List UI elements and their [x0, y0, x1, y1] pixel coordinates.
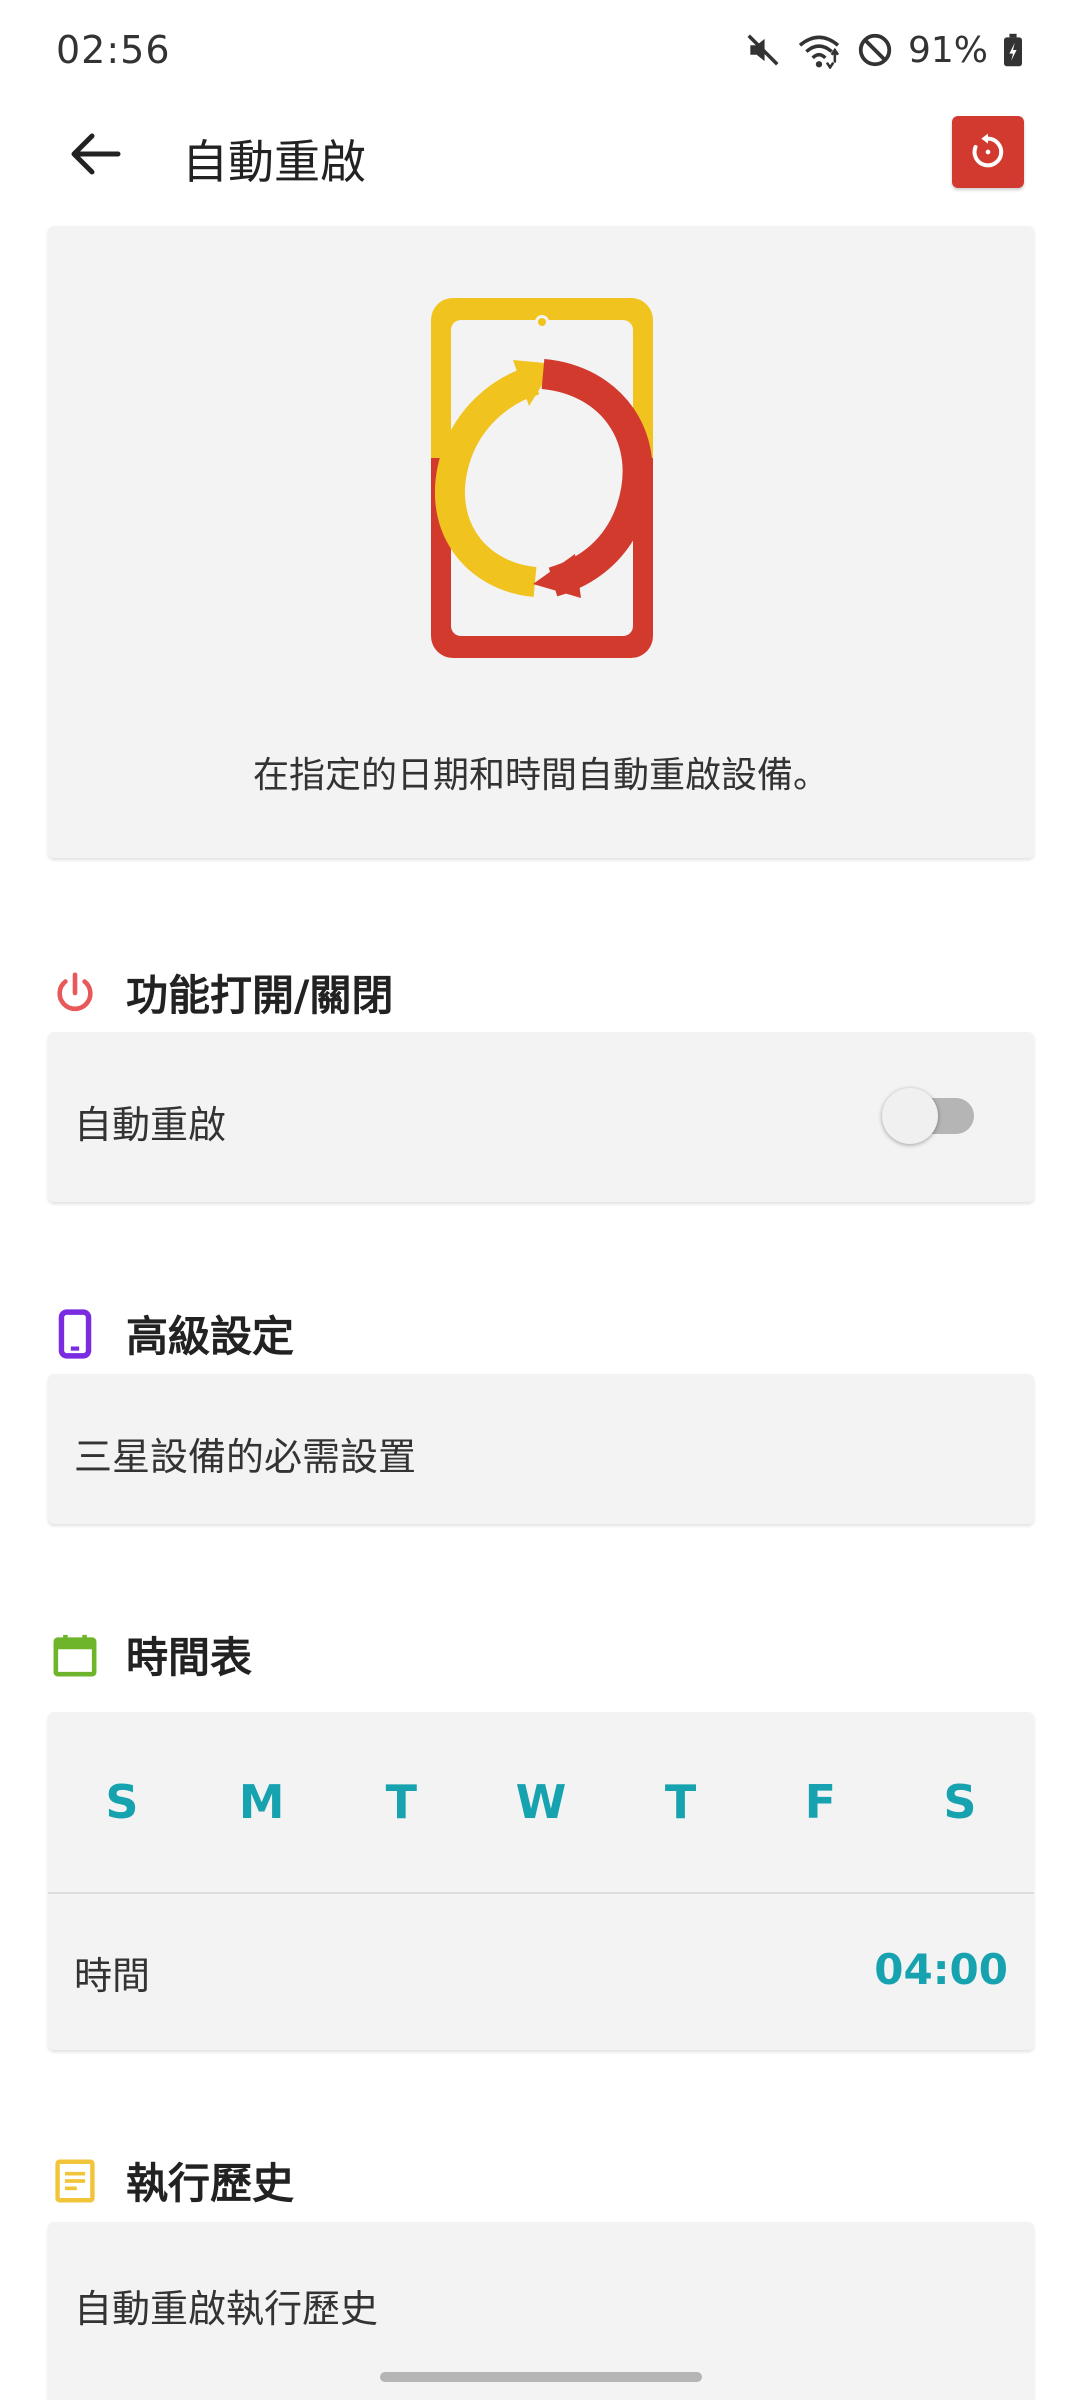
day-saturday[interactable]: S [930, 1775, 990, 1829]
battery-percent: 91% [907, 29, 988, 71]
section-header-toggle: 功能打開/關閉 [50, 962, 393, 1023]
power-icon [50, 968, 100, 1018]
home-indicator[interactable] [380, 2372, 702, 2382]
arrow-left-icon [71, 133, 121, 175]
row-label: 自動重啟執行歷史 [74, 2287, 379, 2331]
divider [48, 1892, 1034, 1894]
do-not-disturb-icon [856, 31, 894, 69]
battery-charging-icon [1002, 32, 1024, 68]
weekday-selector: S M T W T F S [48, 1712, 1034, 1892]
samsung-settings-row[interactable]: 三星設備的必需設置 [48, 1374, 1034, 1524]
section-header-history: 執行歷史 [50, 2150, 294, 2211]
section-header-advanced: 高級設定 [50, 1303, 294, 1364]
page-title: 自動重啟 [182, 135, 366, 189]
section-header-schedule: 時間表 [50, 1624, 252, 1685]
phone-icon [50, 1308, 100, 1359]
feature-description: 在指定的日期和時間自動重啟設備。 [252, 755, 829, 796]
section-title: 功能打開/關閉 [126, 971, 394, 1020]
app-bar: 自動重啟 [0, 100, 1080, 210]
auto-restart-toggle-card: 自動重啟 [48, 1032, 1034, 1202]
mute-icon [744, 31, 782, 69]
back-button[interactable] [58, 124, 130, 184]
day-sunday[interactable]: S [92, 1775, 152, 1829]
hero-card: 在指定的日期和時間自動重啟設備。 [48, 226, 1034, 858]
restart-illustration-icon [431, 298, 653, 658]
section-title: 時間表 [126, 1633, 253, 1682]
section-title: 執行歷史 [126, 2159, 295, 2208]
document-icon [50, 2156, 100, 2206]
row-label: 三星設備的必需設置 [74, 1435, 417, 1479]
status-icons: 91% [744, 30, 1024, 71]
time-picker-value[interactable]: 04:00 [874, 1945, 1008, 1994]
status-time: 02:56 [56, 28, 171, 72]
day-wednesday[interactable]: W [511, 1775, 571, 1829]
calendar-icon [50, 1630, 100, 1680]
section-title: 高級設定 [126, 1312, 295, 1361]
day-monday[interactable]: M [232, 1775, 292, 1829]
restart-icon [972, 133, 1004, 168]
day-tuesday[interactable]: T [371, 1775, 431, 1829]
day-friday[interactable]: F [790, 1775, 850, 1829]
auto-restart-switch[interactable] [882, 1088, 982, 1144]
status-bar: 02:56 91% [0, 0, 1080, 100]
switch-thumb [882, 1088, 938, 1144]
time-label: 時間 [74, 1954, 151, 1998]
day-thursday[interactable]: T [651, 1775, 711, 1829]
schedule-card: S M T W T F S 時間 04:00 [48, 1712, 1034, 2050]
toggle-label: 自動重啟 [74, 1103, 227, 1147]
restart-now-button[interactable] [952, 116, 1024, 188]
wifi-icon [796, 31, 842, 69]
